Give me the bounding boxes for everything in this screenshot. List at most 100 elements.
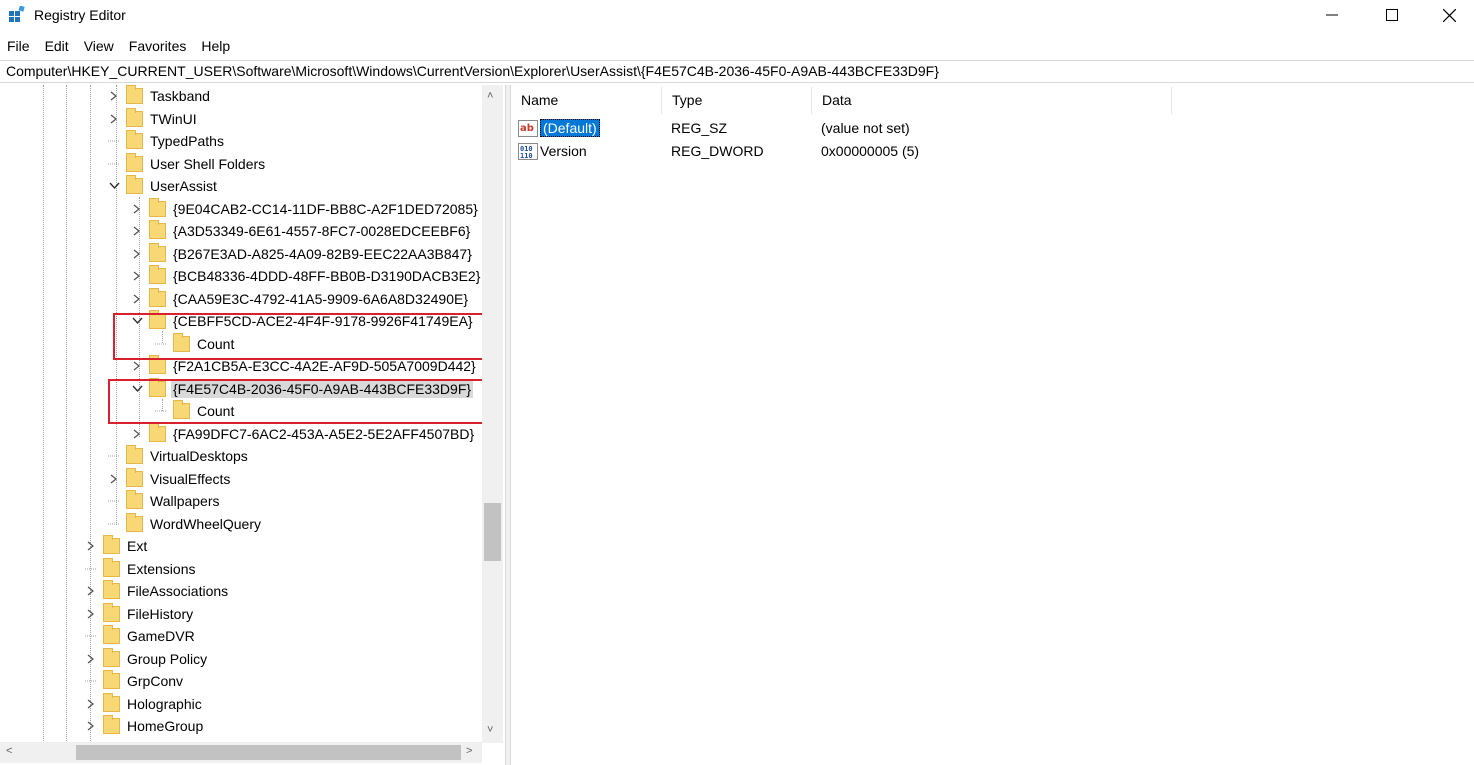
chevron-right-icon[interactable] — [85, 653, 97, 665]
tree-node-label: GrpConv — [127, 673, 184, 689]
tree-node[interactable]: Wallpapers — [108, 490, 222, 512]
folder-icon — [126, 175, 143, 194]
folder-icon — [126, 490, 143, 509]
tree-node-label: {9E04CAB2-CC14-11DF-BB8C-A2F1DED72085} — [173, 200, 478, 217]
tree-node-label: Taskband — [150, 88, 210, 104]
tree-node[interactable]: Ext — [85, 535, 149, 557]
column-header-name[interactable]: Name — [511, 87, 662, 114]
tree-node-label: FileHistory — [127, 605, 194, 622]
highlight-box — [113, 313, 485, 360]
tree-node[interactable]: GameDVR — [85, 625, 197, 647]
menu-file[interactable]: File — [0, 36, 38, 58]
chevron-right-icon[interactable] — [131, 428, 143, 440]
tree-node[interactable]: {FA99DFC7-6AC2-453A-A5E2-5E2AFF4507BD} — [131, 422, 476, 445]
tree-node[interactable]: UserAssist — [108, 175, 219, 197]
menu-view[interactable]: View — [77, 36, 122, 58]
tree-node-label: {B267E3AD-A825-4A09-82B9-EEC22AA3B847} — [173, 245, 472, 262]
tree-node[interactable]: TypedPaths — [108, 130, 226, 152]
address-bar[interactable]: Computer\HKEY_CURRENT_USER\Software\Micr… — [0, 60, 1474, 83]
folder-icon — [103, 692, 120, 712]
chevron-right-icon[interactable] — [131, 225, 143, 237]
tree-node-label: {FA99DFC7-6AC2-453A-A5E2-5E2AFF4507BD} — [173, 425, 475, 442]
tree-node[interactable]: {A3D53349-6E61-4557-8FC7-0028EDCEEBF6} — [131, 220, 472, 242]
scroll-up-icon[interactable]: ˄ — [487, 91, 493, 102]
string-value-icon: ab — [518, 119, 538, 137]
close-icon — [1442, 8, 1456, 22]
folder-icon — [103, 535, 120, 554]
chevron-right-icon[interactable] — [85, 720, 97, 732]
tree-node-label: User Shell Folders — [150, 155, 266, 172]
minimize-icon — [1326, 14, 1338, 16]
folder-icon — [149, 220, 166, 239]
close-button[interactable] — [1420, 0, 1474, 30]
folder-icon — [126, 512, 143, 532]
chevron-right-icon[interactable] — [85, 540, 97, 552]
chevron-right-icon[interactable] — [108, 113, 120, 125]
value-row[interactable]: 010 110 Version REG_DWORD 0x00000005 (5) — [511, 140, 919, 162]
column-header-type[interactable]: Type — [662, 87, 812, 114]
tree-horizontal-scrollbar[interactable]: < > — [0, 742, 482, 763]
folder-icon — [103, 715, 120, 734]
tree-node[interactable]: VirtualDesktops — [108, 445, 250, 467]
folder-icon — [103, 602, 120, 622]
tree-node[interactable]: HomeGroup — [85, 715, 205, 737]
value-row[interactable]: ab (Default) REG_SZ (value not set) — [511, 117, 910, 139]
chevron-right-icon[interactable] — [108, 473, 120, 485]
chevron-right-icon[interactable] — [85, 585, 97, 597]
tree-node[interactable]: Taskband — [108, 85, 212, 107]
folder-icon — [149, 422, 166, 442]
tree-horizontal-scroll-thumb[interactable] — [76, 745, 461, 760]
menu-help[interactable]: Help — [194, 36, 238, 58]
value-name: (Default) — [540, 119, 600, 137]
tree-node[interactable]: {B267E3AD-A825-4A09-82B9-EEC22AA3B847} — [131, 242, 474, 265]
tree-guide-line — [66, 85, 67, 743]
tree-node-label: UserAssist — [150, 178, 217, 194]
tree-node[interactable]: TWinUI — [108, 107, 199, 130]
folder-icon — [103, 647, 120, 667]
minimize-button[interactable] — [1303, 0, 1361, 30]
menu-bar: File Edit View Favorites Help — [0, 36, 238, 58]
key-tree: Taskband TWinUI TypedPaths User Shell Folde… — [0, 85, 503, 765]
tree-vertical-scrollbar[interactable]: ˄ ˅ — [482, 85, 503, 743]
maximize-button[interactable] — [1363, 0, 1421, 30]
tree-node[interactable]: {BCB48336-4DDD-48FF-BB0B-D3190DACB3E2} — [131, 265, 482, 287]
svg-text:110: 110 — [520, 152, 533, 160]
registry-editor-icon — [9, 6, 25, 22]
chevron-right-icon[interactable] — [108, 90, 120, 102]
column-header-data[interactable]: Data — [812, 87, 1172, 114]
tree-vertical-scroll-thumb[interactable] — [484, 503, 501, 561]
tree-node[interactable]: WordWheelQuery — [108, 512, 263, 535]
chevron-right-icon[interactable] — [131, 203, 143, 215]
chevron-right-icon[interactable] — [131, 270, 143, 282]
tree-node[interactable]: GrpConv — [85, 670, 185, 692]
tree-node[interactable]: {CAA59E3C-4792-41A5-9909-6A6A8D32490E} — [131, 287, 470, 310]
tree-node[interactable]: Group Policy — [85, 647, 209, 670]
tree-node-label: HomeGroup — [127, 718, 204, 734]
menu-edit[interactable]: Edit — [38, 36, 77, 58]
tree-node-label: VirtualDesktops — [150, 448, 248, 464]
chevron-right-icon[interactable] — [131, 248, 143, 260]
scroll-left-icon[interactable]: < — [6, 746, 12, 757]
folder-icon — [126, 107, 143, 127]
tree-node[interactable]: VisualEffects — [108, 467, 232, 490]
tree-node[interactable]: Extensions — [85, 557, 197, 580]
chevron-right-icon[interactable] — [131, 293, 143, 305]
tree-node[interactable]: FileHistory — [85, 602, 195, 625]
title-bar: Registry Editor — [0, 0, 1474, 32]
chevron-right-icon[interactable] — [131, 360, 143, 372]
folder-icon — [103, 625, 120, 644]
tree-node[interactable]: Holographic — [85, 692, 204, 715]
tree-guide-line — [43, 85, 44, 743]
tree-node[interactable]: FileAssociations — [85, 580, 230, 602]
scroll-right-icon[interactable]: > — [466, 746, 472, 757]
chevron-right-icon[interactable] — [85, 608, 97, 620]
tree-node-label: Wallpapers — [150, 493, 220, 509]
chevron-right-icon[interactable] — [85, 698, 97, 710]
tree-node[interactable]: User Shell Folders — [108, 152, 267, 175]
tree-node[interactable]: {9E04CAB2-CC14-11DF-BB8C-A2F1DED72085} — [131, 197, 480, 220]
scroll-down-icon[interactable]: ˅ — [487, 725, 493, 736]
chevron-down-icon[interactable] — [108, 180, 120, 192]
menu-favorites[interactable]: Favorites — [122, 36, 195, 58]
window-title: Registry Editor — [34, 7, 126, 23]
folder-icon — [126, 152, 143, 172]
